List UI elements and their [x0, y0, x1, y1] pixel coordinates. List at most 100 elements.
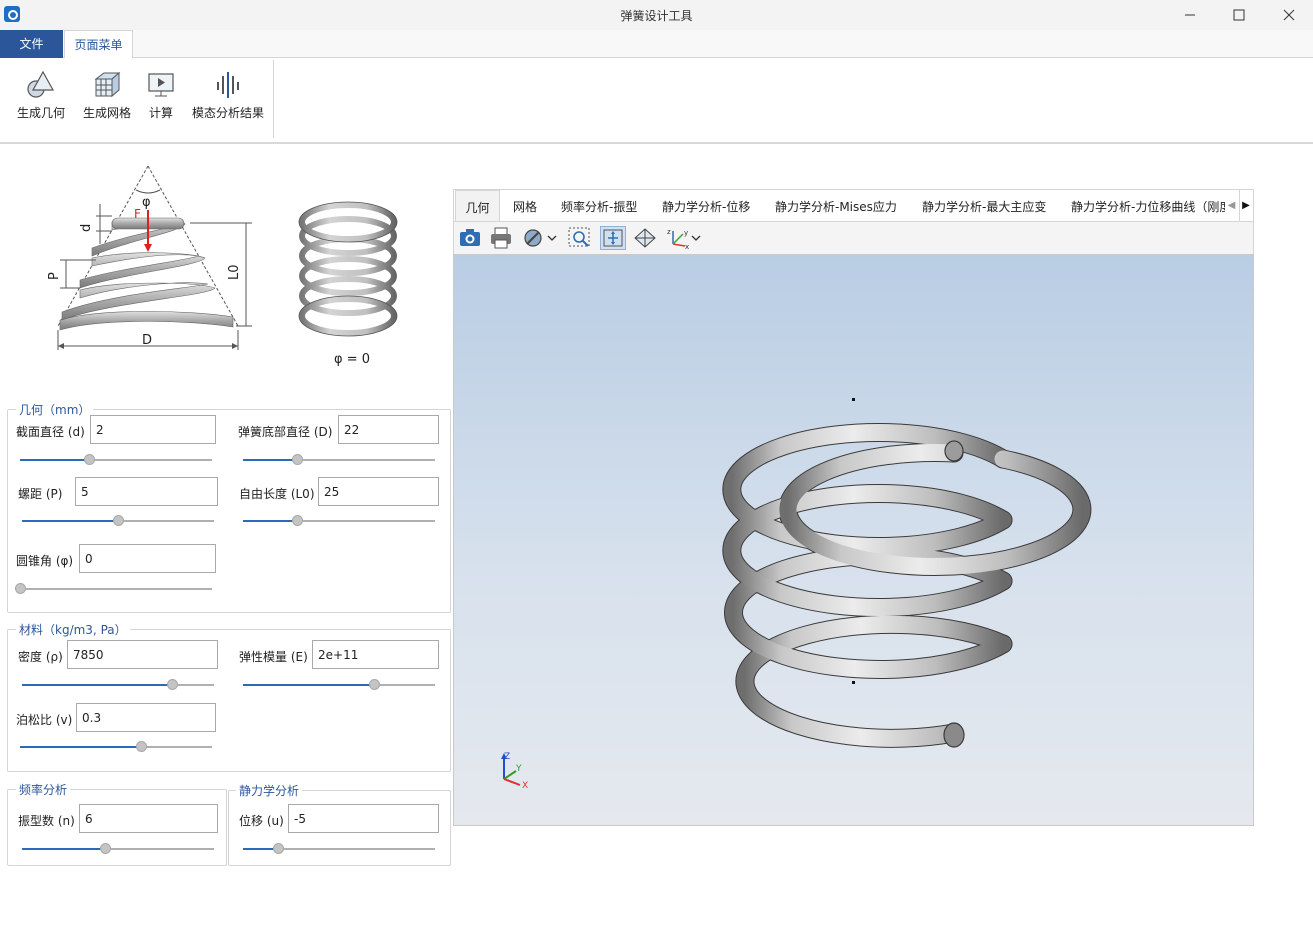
triad-y-label: Y — [515, 764, 522, 774]
ribbon-separator — [273, 60, 274, 138]
mode-count-input[interactable] — [79, 804, 218, 833]
geometry-group-title: 几何（mm） — [16, 401, 94, 418]
close-icon — [1283, 9, 1295, 21]
cone-angle-input[interactable] — [79, 544, 216, 573]
bottom-diameter-label: 弹簧底部直径 (D) — [238, 425, 333, 439]
tab-scroll-right-button[interactable]: ▶ — [1239, 190, 1252, 221]
cone-angle-label: 圆锥角 (φ) — [16, 554, 74, 568]
elastic-modulus-input[interactable] — [312, 640, 439, 669]
pitch-input[interactable] — [75, 477, 218, 506]
axis-triad: Z Y X — [501, 752, 528, 791]
viewer-toolbar: z y x — [453, 222, 1254, 254]
phi-label: φ — [142, 195, 151, 210]
poisson-ratio-slider[interactable] — [20, 740, 212, 754]
tab-frequency-mode-shape[interactable]: 频率分析-振型 — [561, 190, 637, 221]
screenshot-button[interactable] — [457, 226, 483, 250]
free-length-label: L0 — [227, 264, 242, 280]
tab-page-menu[interactable]: 页面菜单 — [64, 30, 133, 59]
bottom-diameter-slider[interactable] — [243, 453, 435, 467]
3d-viewport[interactable]: Z Y X — [453, 254, 1254, 826]
svg-text:x: x — [685, 243, 689, 250]
pitch-slider[interactable] — [22, 514, 214, 528]
minimize-button[interactable] — [1167, 0, 1213, 30]
maximize-button[interactable] — [1216, 0, 1262, 30]
maximize-icon — [1233, 9, 1245, 21]
displacement-label: 位移 (u) — [239, 814, 284, 828]
fit-all-button[interactable] — [600, 226, 626, 250]
axis-view-dropdown-button[interactable] — [690, 226, 702, 250]
spring-3d-model[interactable]: Z Y X — [454, 255, 1254, 826]
zoom-window-button[interactable] — [567, 226, 593, 250]
generate-geometry-label: 生成几何 — [16, 106, 65, 120]
diameter-label: D — [142, 333, 152, 348]
view-cube-button[interactable] — [632, 226, 658, 250]
tab-geometry[interactable]: 几何 — [455, 190, 500, 221]
chevron-down-icon — [547, 235, 557, 241]
hide-button[interactable] — [521, 226, 547, 250]
spring-parameter-diagram: φ F d P L0 D — [47, 165, 252, 350]
tab-static-mises-stress[interactable]: 静力学分析-Mises应力 — [775, 190, 897, 221]
density-input[interactable] — [67, 640, 218, 669]
frequency-group-title: 频率分析 — [16, 781, 71, 798]
displacement-slider[interactable] — [243, 842, 435, 856]
force-label: F — [134, 207, 141, 221]
pitch-label: P — [47, 272, 62, 280]
generate-mesh-label: 生成网格 — [82, 106, 131, 120]
pitch-label-field: 螺距 (P) — [18, 487, 63, 501]
section-diameter-label: 截面直径 (d) — [16, 425, 85, 439]
title-bar: 弹簧设计工具 — [0, 0, 1313, 30]
material-group-title: 材料（kg/m3, Pa） — [16, 621, 130, 638]
svg-text:z: z — [667, 228, 671, 236]
modal-results-label: 模态分析结果 — [191, 106, 264, 120]
poisson-ratio-label: 泊松比 (v) — [16, 713, 73, 727]
mesh-icon — [94, 71, 121, 98]
hide-dropdown-button[interactable] — [546, 226, 558, 250]
triad-z-label: Z — [504, 752, 510, 762]
tab-mesh[interactable]: 网格 — [513, 190, 537, 221]
modal-results-button[interactable]: 模态分析结果 — [190, 64, 266, 132]
svg-text:y: y — [684, 229, 688, 237]
generate-geometry-button[interactable]: 生成几何 — [14, 64, 68, 132]
tab-file[interactable]: 文件 — [0, 30, 63, 58]
free-length-label-field: 自由长度 (L0) — [239, 487, 315, 501]
free-length-slider[interactable] — [243, 514, 435, 528]
compute-label: 计算 — [148, 106, 173, 120]
minimize-icon — [1185, 14, 1195, 16]
tab-static-force-displacement[interactable]: 静力学分析-力位移曲线（刚度 — [1071, 190, 1231, 221]
fit-all-icon — [603, 229, 623, 247]
geometry-icon — [27, 70, 55, 98]
cone-angle-caption: φ = 0 — [334, 352, 371, 367]
tab-static-displacement[interactable]: 静力学分析-位移 — [662, 190, 750, 221]
chevron-down-icon — [691, 235, 701, 241]
spring-preview-image — [298, 201, 398, 337]
ribbon: 生成几何 生成网格 计算 模态分析结果 — [0, 58, 1313, 144]
tab-scroll-left-button[interactable]: ◀ — [1225, 190, 1238, 221]
window-title: 弹簧设计工具 — [620, 9, 693, 23]
camera-icon — [460, 229, 480, 246]
print-button[interactable] — [488, 226, 514, 250]
close-button[interactable] — [1266, 0, 1312, 30]
viewer-tab-bar: 几何 网格 频率分析-振型 静力学分析-位移 静力学分析-Mises应力 静力学… — [453, 189, 1254, 222]
hide-icon — [524, 229, 542, 247]
view-cube-icon — [634, 228, 656, 248]
free-length-input[interactable] — [318, 477, 439, 506]
cone-angle-slider[interactable] — [15, 582, 212, 596]
print-icon — [491, 227, 511, 249]
tab-static-max-principal-strain[interactable]: 静力学分析-最大主应变 — [922, 190, 1046, 221]
density-label: 密度 (ρ) — [18, 650, 63, 664]
axis-view-button[interactable]: z y x — [665, 226, 691, 251]
elastic-modulus-label: 弹性模量 (E) — [239, 650, 308, 664]
section-diameter-slider[interactable] — [20, 453, 212, 467]
density-slider[interactable] — [22, 678, 214, 692]
monitor-icon — [148, 73, 174, 97]
mode-count-slider[interactable] — [22, 842, 214, 856]
displacement-input[interactable] — [288, 804, 439, 833]
mode-count-label: 振型数 (n) — [18, 814, 75, 828]
generate-mesh-button[interactable]: 生成网格 — [80, 64, 134, 132]
poisson-ratio-input[interactable] — [76, 703, 216, 732]
compute-button[interactable]: 计算 — [144, 64, 178, 132]
bottom-diameter-input[interactable] — [338, 415, 439, 444]
elastic-modulus-slider[interactable] — [243, 678, 435, 692]
d-label: d — [79, 224, 94, 232]
section-diameter-input[interactable] — [90, 415, 216, 444]
